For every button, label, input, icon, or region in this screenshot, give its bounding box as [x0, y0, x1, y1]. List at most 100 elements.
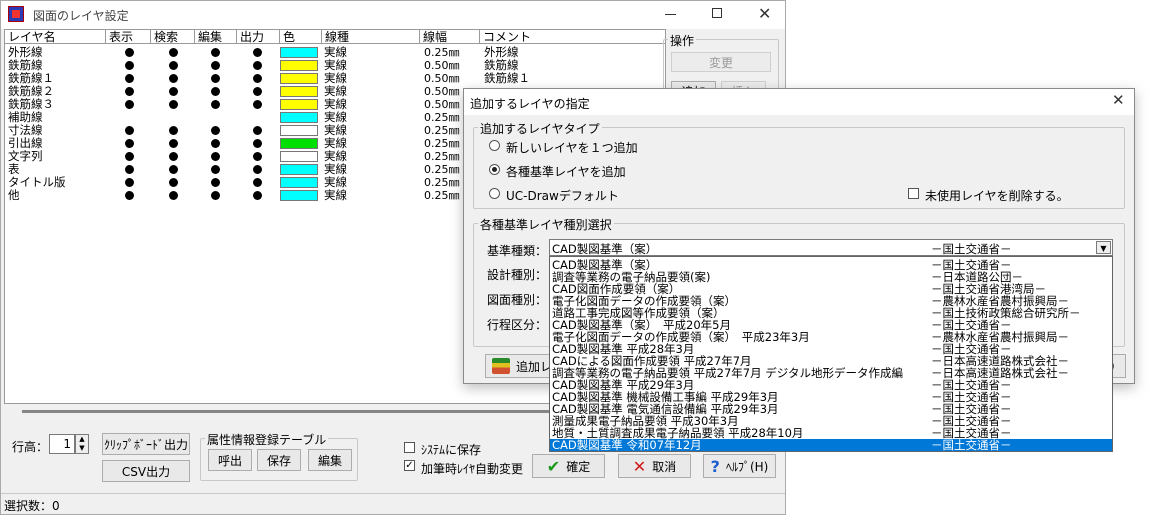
- edit-button[interactable]: 編集: [308, 449, 352, 471]
- standard-kind-dropdown-list[interactable]: CAD製図基準（案） －国土交通省－ 調査等業務の電子納品要領(案) －日本道路公団－…: [549, 256, 1113, 452]
- output-dot-icon[interactable]: [253, 126, 262, 135]
- change-button[interactable]: 変更: [671, 52, 771, 72]
- search-dot-icon[interactable]: [169, 165, 178, 174]
- show-dot-icon[interactable]: [125, 152, 134, 161]
- col-header-search[interactable]: 検索: [151, 30, 195, 44]
- edit-dot-icon[interactable]: [211, 152, 220, 161]
- edit-dot-icon[interactable]: [211, 178, 220, 187]
- color-swatch[interactable]: [280, 47, 318, 58]
- cancel-button[interactable]: ✕ 取消: [618, 454, 691, 478]
- output-dot-icon[interactable]: [253, 87, 262, 96]
- search-dot-icon[interactable]: [169, 87, 178, 96]
- show-dot-icon[interactable]: [125, 126, 134, 135]
- output-dot-icon[interactable]: [253, 74, 262, 83]
- show-dot-icon[interactable]: [125, 74, 134, 83]
- color-swatch[interactable]: [280, 151, 318, 162]
- edit-dot-icon[interactable]: [211, 191, 220, 200]
- edit-dot-icon[interactable]: [211, 139, 220, 148]
- main-title: 図面のレイヤ設定: [33, 9, 129, 23]
- show-dot-icon[interactable]: [125, 100, 134, 109]
- col-header-comment[interactable]: コメント: [480, 30, 665, 44]
- output-dot-icon[interactable]: [253, 178, 262, 187]
- row-height-field[interactable]: 1: [49, 434, 75, 454]
- show-dot-icon[interactable]: [125, 178, 134, 187]
- auto-change-checkbox[interactable]: ✓: [404, 460, 415, 471]
- output-dot-icon[interactable]: [253, 48, 262, 57]
- color-swatch[interactable]: [280, 60, 318, 71]
- dialog-close-icon[interactable]: ✕: [1112, 91, 1125, 109]
- design-kind-label: 設計種別：: [487, 268, 548, 282]
- system-save-checkbox[interactable]: [404, 442, 415, 453]
- color-swatch[interactable]: [280, 73, 318, 84]
- standard-kind-combobox[interactable]: CAD製図基準（案） －国土交通省－ ▼: [549, 239, 1113, 256]
- output-dot-icon[interactable]: [253, 139, 262, 148]
- show-dot-icon[interactable]: [125, 191, 134, 200]
- cancel-x-icon: ✕: [632, 456, 647, 476]
- app-icon: [8, 6, 24, 22]
- search-dot-icon[interactable]: [169, 178, 178, 187]
- color-swatch[interactable]: [280, 99, 318, 110]
- edit-dot-icon[interactable]: [211, 74, 220, 83]
- dropdown-arrow-icon[interactable]: ▼: [1096, 241, 1111, 254]
- clipboard-output-button[interactable]: ｸﾘｯﾌﾟﾎﾞｰﾄﾞ出力: [102, 433, 190, 455]
- edit-dot-icon[interactable]: [211, 87, 220, 96]
- layer-name-cell: 他: [8, 188, 20, 202]
- col-header-edit[interactable]: 編集: [195, 30, 237, 44]
- maximize-icon[interactable]: [712, 8, 722, 18]
- help-button[interactable]: ? ﾍﾙﾌﾟ(H): [703, 454, 776, 478]
- output-dot-icon[interactable]: [253, 61, 262, 70]
- show-dot-icon[interactable]: [125, 165, 134, 174]
- radio-standard-layer[interactable]: [489, 164, 500, 175]
- search-dot-icon[interactable]: [169, 74, 178, 83]
- color-swatch[interactable]: [280, 164, 318, 175]
- color-swatch[interactable]: [280, 125, 318, 136]
- show-dot-icon[interactable]: [125, 48, 134, 57]
- color-swatch[interactable]: [280, 138, 318, 149]
- radio-ucdraw-default[interactable]: [489, 188, 500, 199]
- show-dot-icon[interactable]: [125, 61, 134, 70]
- edit-dot-icon[interactable]: [211, 126, 220, 135]
- edit-dot-icon[interactable]: [211, 48, 220, 57]
- col-header-linetype[interactable]: 線種: [322, 30, 420, 44]
- edit-dot-icon[interactable]: [211, 100, 220, 109]
- output-dot-icon[interactable]: [253, 100, 262, 109]
- row-height-spinner[interactable]: ▲ ▼: [75, 434, 89, 454]
- save-button[interactable]: 保存: [257, 449, 301, 471]
- output-dot-icon[interactable]: [253, 191, 262, 200]
- search-dot-icon[interactable]: [169, 139, 178, 148]
- output-dot-icon[interactable]: [253, 152, 262, 161]
- search-dot-icon[interactable]: [169, 48, 178, 57]
- show-dot-icon[interactable]: [125, 139, 134, 148]
- call-button[interactable]: 呼出: [208, 449, 252, 471]
- auto-change-label: 加筆時ﾚｲﾔ自動変更: [421, 462, 524, 476]
- output-dot-icon[interactable]: [253, 165, 262, 174]
- edit-dot-icon[interactable]: [211, 61, 220, 70]
- edit-dot-icon[interactable]: [211, 165, 220, 174]
- comment-cell: 鉄筋線１: [484, 71, 530, 85]
- radio-new-layer[interactable]: [489, 140, 500, 151]
- color-swatch[interactable]: [280, 112, 318, 123]
- color-swatch[interactable]: [280, 86, 318, 97]
- radio-new-layer-label: 新しいレイヤを１つ追加: [506, 141, 638, 155]
- minimize-icon[interactable]: [665, 14, 676, 15]
- col-header-output[interactable]: 出力: [237, 30, 280, 44]
- combo-selected-name: CAD製図基準（案）: [552, 242, 658, 256]
- color-swatch[interactable]: [280, 190, 318, 201]
- search-dot-icon[interactable]: [169, 61, 178, 70]
- search-dot-icon[interactable]: [169, 126, 178, 135]
- ok-button[interactable]: ✔ 確定: [532, 454, 605, 478]
- col-header-show[interactable]: 表示: [106, 30, 151, 44]
- col-header-name[interactable]: レイヤ名: [5, 30, 106, 44]
- search-dot-icon[interactable]: [169, 152, 178, 161]
- color-swatch[interactable]: [280, 177, 318, 188]
- close-icon[interactable]: ✕: [758, 4, 771, 23]
- delete-unused-checkbox[interactable]: [908, 188, 919, 199]
- col-header-width[interactable]: 線幅: [420, 30, 480, 44]
- dropdown-option[interactable]: CAD製図基準 令和07年12月 －国土交通省－: [550, 439, 1112, 451]
- col-header-color[interactable]: 色: [280, 30, 322, 44]
- linewidth-cell: 0.25㎜: [424, 137, 460, 150]
- search-dot-icon[interactable]: [169, 100, 178, 109]
- search-dot-icon[interactable]: [169, 191, 178, 200]
- csv-output-button[interactable]: CSV出力: [102, 460, 190, 482]
- show-dot-icon[interactable]: [125, 87, 134, 96]
